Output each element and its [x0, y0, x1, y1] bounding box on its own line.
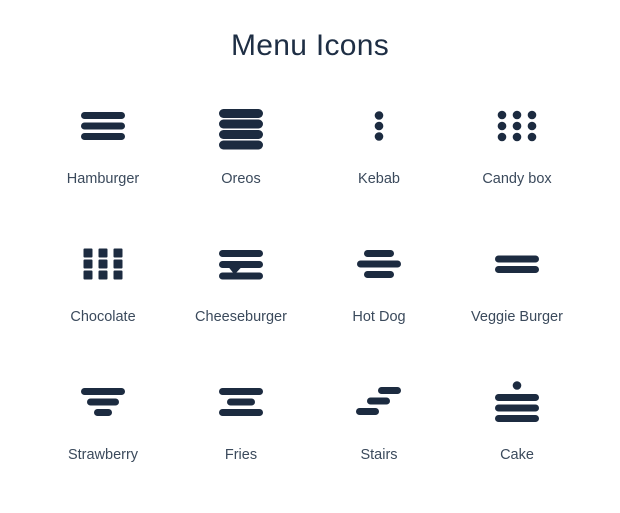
icon-cell-fries[interactable]: Fries: [172, 373, 310, 511]
icon-cell-cake[interactable]: Cake: [448, 373, 586, 511]
chocolate-menu-icon[interactable]: [73, 235, 133, 293]
veggie-burger-menu-icon[interactable]: [487, 235, 547, 293]
cake-menu-icon[interactable]: [487, 373, 547, 431]
icon-label: Stairs: [360, 447, 398, 463]
icon-grid: Hamburger Oreos Kebab Candy box Chocolat…: [0, 97, 620, 511]
icon-cell-stairs[interactable]: Stairs: [310, 373, 448, 511]
icon-cell-strawberry[interactable]: Strawberry: [34, 373, 172, 511]
icon-label: Fries: [224, 447, 258, 463]
icon-cell-oreos[interactable]: Oreos: [172, 97, 310, 235]
cheeseburger-menu-icon[interactable]: [211, 235, 271, 293]
page-title: Menu Icons: [230, 29, 390, 62]
icon-cell-hot-dog[interactable]: Hot Dog: [310, 235, 448, 373]
icon-label: Chocolate: [70, 309, 136, 325]
icon-cell-cheeseburger[interactable]: Cheeseburger: [172, 235, 310, 373]
icon-label: Hamburger: [66, 171, 140, 187]
icon-cell-veggie-burger[interactable]: Veggie Burger: [448, 235, 586, 373]
icon-label: Cake: [500, 447, 534, 463]
icon-cell-hamburger[interactable]: Hamburger: [34, 97, 172, 235]
icon-label: Hot Dog: [352, 309, 406, 325]
strawberry-menu-icon[interactable]: [73, 373, 133, 431]
icon-label: Strawberry: [67, 447, 139, 463]
icon-label: Cheeseburger: [195, 309, 287, 325]
hamburger-menu-icon[interactable]: [73, 97, 133, 155]
icon-label: Veggie Burger: [471, 309, 563, 325]
hot-dog-menu-icon[interactable]: [349, 235, 409, 293]
kebab-menu-icon[interactable]: [349, 97, 409, 155]
icon-cell-candy-box[interactable]: Candy box: [448, 97, 586, 235]
candy-box-menu-icon[interactable]: [487, 97, 547, 155]
icon-cell-kebab[interactable]: Kebab: [310, 97, 448, 235]
stairs-menu-icon[interactable]: [349, 373, 409, 431]
icon-label: Candy box: [482, 171, 552, 187]
icon-cell-chocolate[interactable]: Chocolate: [34, 235, 172, 373]
menu-icons-page: Menu Icons Hamburger Oreos Kebab Candy b…: [0, 0, 620, 513]
oreos-menu-icon[interactable]: [211, 97, 271, 155]
fries-menu-icon[interactable]: [211, 373, 271, 431]
icon-label: Kebab: [358, 171, 400, 187]
icon-label: Oreos: [221, 171, 261, 187]
